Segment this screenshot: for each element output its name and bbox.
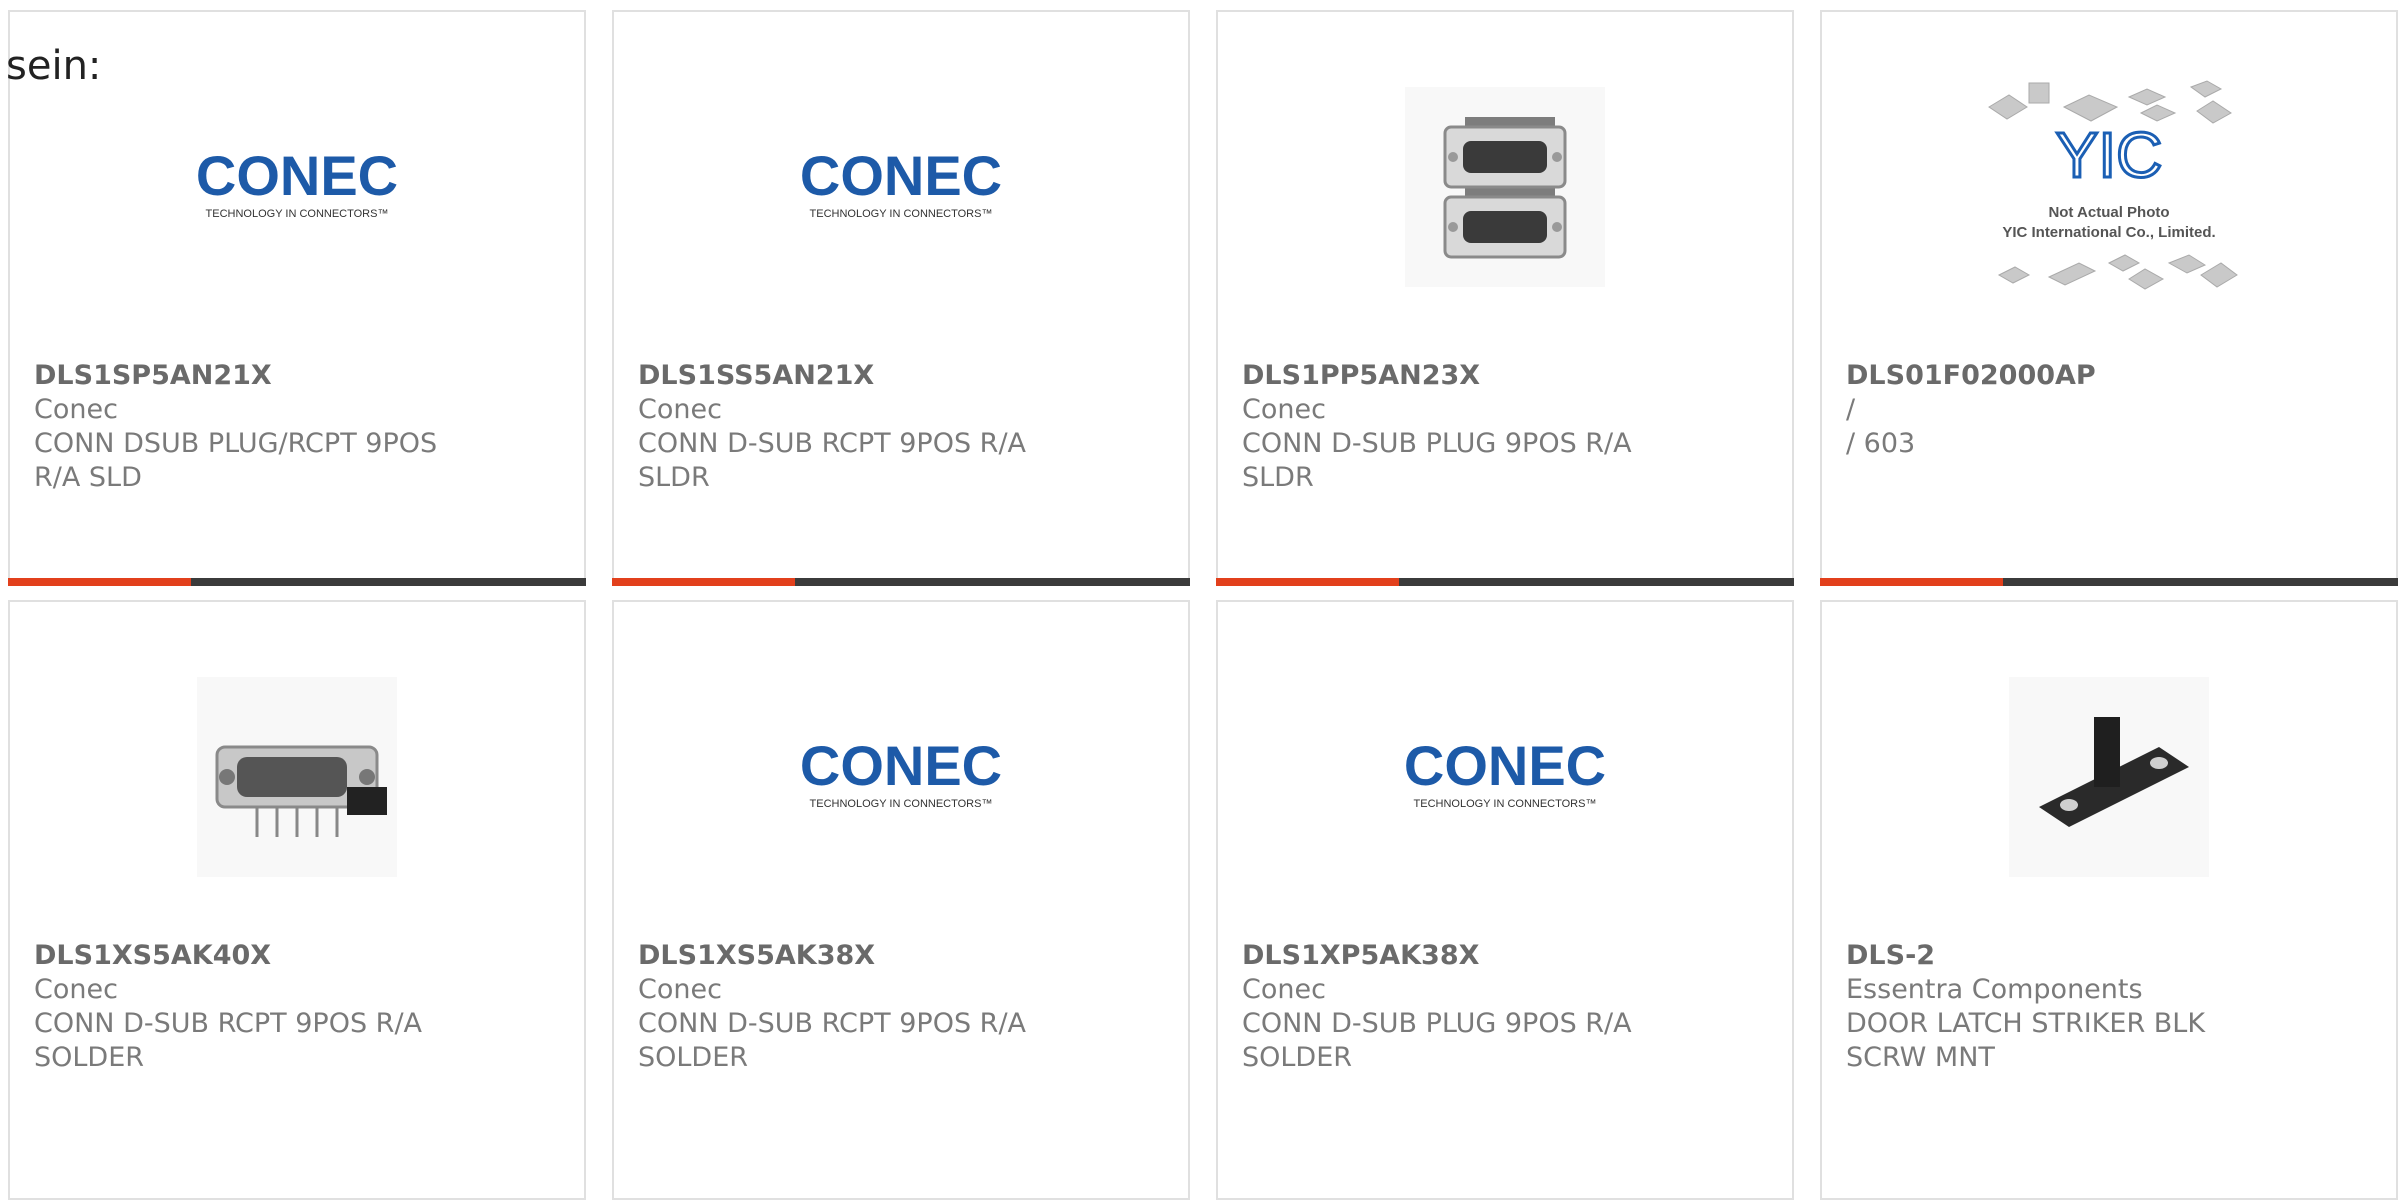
manufacturer: Conec	[34, 394, 118, 425]
card-bar	[1216, 578, 1794, 586]
product-image[interactable]	[10, 672, 584, 882]
description-line: SLDR	[638, 462, 710, 493]
manufacturer: Essentra Components	[1846, 974, 2143, 1005]
stacked-dsub-icon	[1405, 87, 1605, 287]
product-grid: CONEC TECHNOLOGY IN CONNECTORS™ DLS1SP5A…	[0, 0, 2400, 1200]
card-bar-accent	[612, 578, 795, 586]
manufacturer: Conec	[638, 974, 722, 1005]
part-number[interactable]: DLS1PP5AN23X	[1242, 359, 1768, 393]
product-image[interactable]	[1218, 82, 1792, 292]
card-bar-accent	[8, 578, 191, 586]
description-line: SOLDER	[638, 1042, 749, 1073]
product-image[interactable]: CONEC TECHNOLOGY IN CONNECTORS™	[614, 672, 1188, 882]
product-card[interactable]: DLS1PP5AN23X Conec CONN D-SUB PLUG 9POS …	[1216, 10, 1794, 586]
product-card[interactable]: CONEC TECHNOLOGY IN CONNECTORS™ DLS1SS5A…	[612, 10, 1190, 586]
part-number[interactable]: DLS1XS5AK40X	[34, 939, 560, 973]
description-line: CONN D-SUB PLUG 9POS R/A	[1242, 428, 1632, 459]
description-line: SLDR	[1242, 462, 1314, 493]
description-line: SOLDER	[34, 1042, 145, 1073]
manufacturer: Conec	[1242, 394, 1326, 425]
intro-text: sein:	[6, 43, 102, 89]
product-image[interactable]: CONEC TECHNOLOGY IN CONNECTORS™	[10, 82, 584, 292]
conec-logo-icon: CONEC TECHNOLOGY IN CONNECTORS™	[800, 737, 1002, 810]
description-line: CONN D-SUB RCPT 9POS R/A	[638, 428, 1027, 459]
svg-text:TECHNOLOGY IN CONNECTORS™: TECHNOLOGY IN CONNECTORS™	[810, 798, 993, 810]
svg-text:Not Actual Photo: Not Actual Photo	[2048, 204, 2169, 221]
part-number[interactable]: DLS1SS5AN21X	[638, 359, 1164, 393]
product-card[interactable]: CONEC TECHNOLOGY IN CONNECTORS™ DLS1XP5A…	[1216, 600, 1794, 1200]
card-bar	[1820, 578, 2398, 586]
part-number[interactable]: DLS01F02000AP	[1846, 359, 2372, 393]
svg-text:YIC International Co., Limited: YIC International Co., Limited.	[2002, 224, 2215, 241]
product-image[interactable]: CONEC TECHNOLOGY IN CONNECTORS™	[1218, 672, 1792, 882]
product-card[interactable]: CONEC TECHNOLOGY IN CONNECTORS™ DLS1XS5A…	[612, 600, 1190, 1200]
description-line: CONN D-SUB PLUG 9POS R/A	[1242, 1008, 1632, 1039]
product-card[interactable]: YIC Not Actual Photo YIC International C…	[1820, 10, 2398, 586]
card-bar	[612, 578, 1190, 586]
part-number[interactable]: DLS1XP5AK38X	[1242, 939, 1768, 973]
svg-text:CONEC: CONEC	[196, 147, 398, 207]
product-image[interactable]	[1822, 672, 2396, 882]
description-line: / 603	[1846, 428, 1916, 459]
description-line: R/A SLD	[34, 462, 142, 493]
svg-text:CONEC: CONEC	[800, 147, 1002, 207]
product-image[interactable]: CONEC TECHNOLOGY IN CONNECTORS™	[614, 82, 1188, 292]
manufacturer: /	[1846, 394, 1856, 425]
part-number[interactable]: DLS1XS5AK38X	[638, 939, 1164, 973]
manufacturer: Conec	[1242, 974, 1326, 1005]
svg-text:CONEC: CONEC	[1404, 737, 1606, 797]
description-line: CONN D-SUB RCPT 9POS R/A	[34, 1008, 423, 1039]
product-card[interactable]: DLS-2 Essentra Components DOOR LATCH STR…	[1820, 600, 2398, 1200]
svg-text:YIC: YIC	[2056, 119, 2163, 191]
card-bar-accent	[1216, 578, 1399, 586]
manufacturer: Conec	[638, 394, 722, 425]
svg-text:TECHNOLOGY IN CONNECTORS™: TECHNOLOGY IN CONNECTORS™	[810, 208, 993, 220]
product-card[interactable]: CONEC TECHNOLOGY IN CONNECTORS™ DLS1SP5A…	[8, 10, 586, 586]
product-image[interactable]: YIC Not Actual Photo YIC International C…	[1822, 80, 2396, 292]
part-number[interactable]: DLS1SP5AN21X	[34, 359, 560, 393]
description-line: CONN D-SUB RCPT 9POS R/A	[638, 1008, 1027, 1039]
svg-text:TECHNOLOGY IN CONNECTORS™: TECHNOLOGY IN CONNECTORS™	[206, 208, 389, 220]
product-card[interactable]: DLS1XS5AK40X Conec CONN D-SUB RCPT 9POS …	[8, 600, 586, 1200]
conec-logo-icon: CONEC TECHNOLOGY IN CONNECTORS™	[1404, 737, 1606, 810]
description-line: DOOR LATCH STRIKER BLK	[1846, 1008, 2206, 1039]
card-bar-accent	[1820, 578, 2003, 586]
part-number[interactable]: DLS-2	[1846, 939, 2372, 973]
description-line: CONN DSUB PLUG/RCPT 9POS	[34, 428, 438, 459]
conec-logo-icon: CONEC TECHNOLOGY IN CONNECTORS™	[196, 147, 398, 220]
latch-striker-icon	[2009, 677, 2209, 877]
yic-placeholder-icon: YIC Not Actual Photo YIC International C…	[1988, 80, 2238, 290]
description-line: SOLDER	[1242, 1042, 1353, 1073]
svg-text:CONEC: CONEC	[800, 737, 1002, 797]
card-bar	[8, 578, 586, 586]
description-line: SCRW MNT	[1846, 1042, 1995, 1073]
svg-text:TECHNOLOGY IN CONNECTORS™: TECHNOLOGY IN CONNECTORS™	[1414, 798, 1597, 810]
conec-logo-icon: CONEC TECHNOLOGY IN CONNECTORS™	[800, 147, 1002, 220]
manufacturer: Conec	[34, 974, 118, 1005]
dsub-receptacle-icon	[197, 677, 397, 877]
